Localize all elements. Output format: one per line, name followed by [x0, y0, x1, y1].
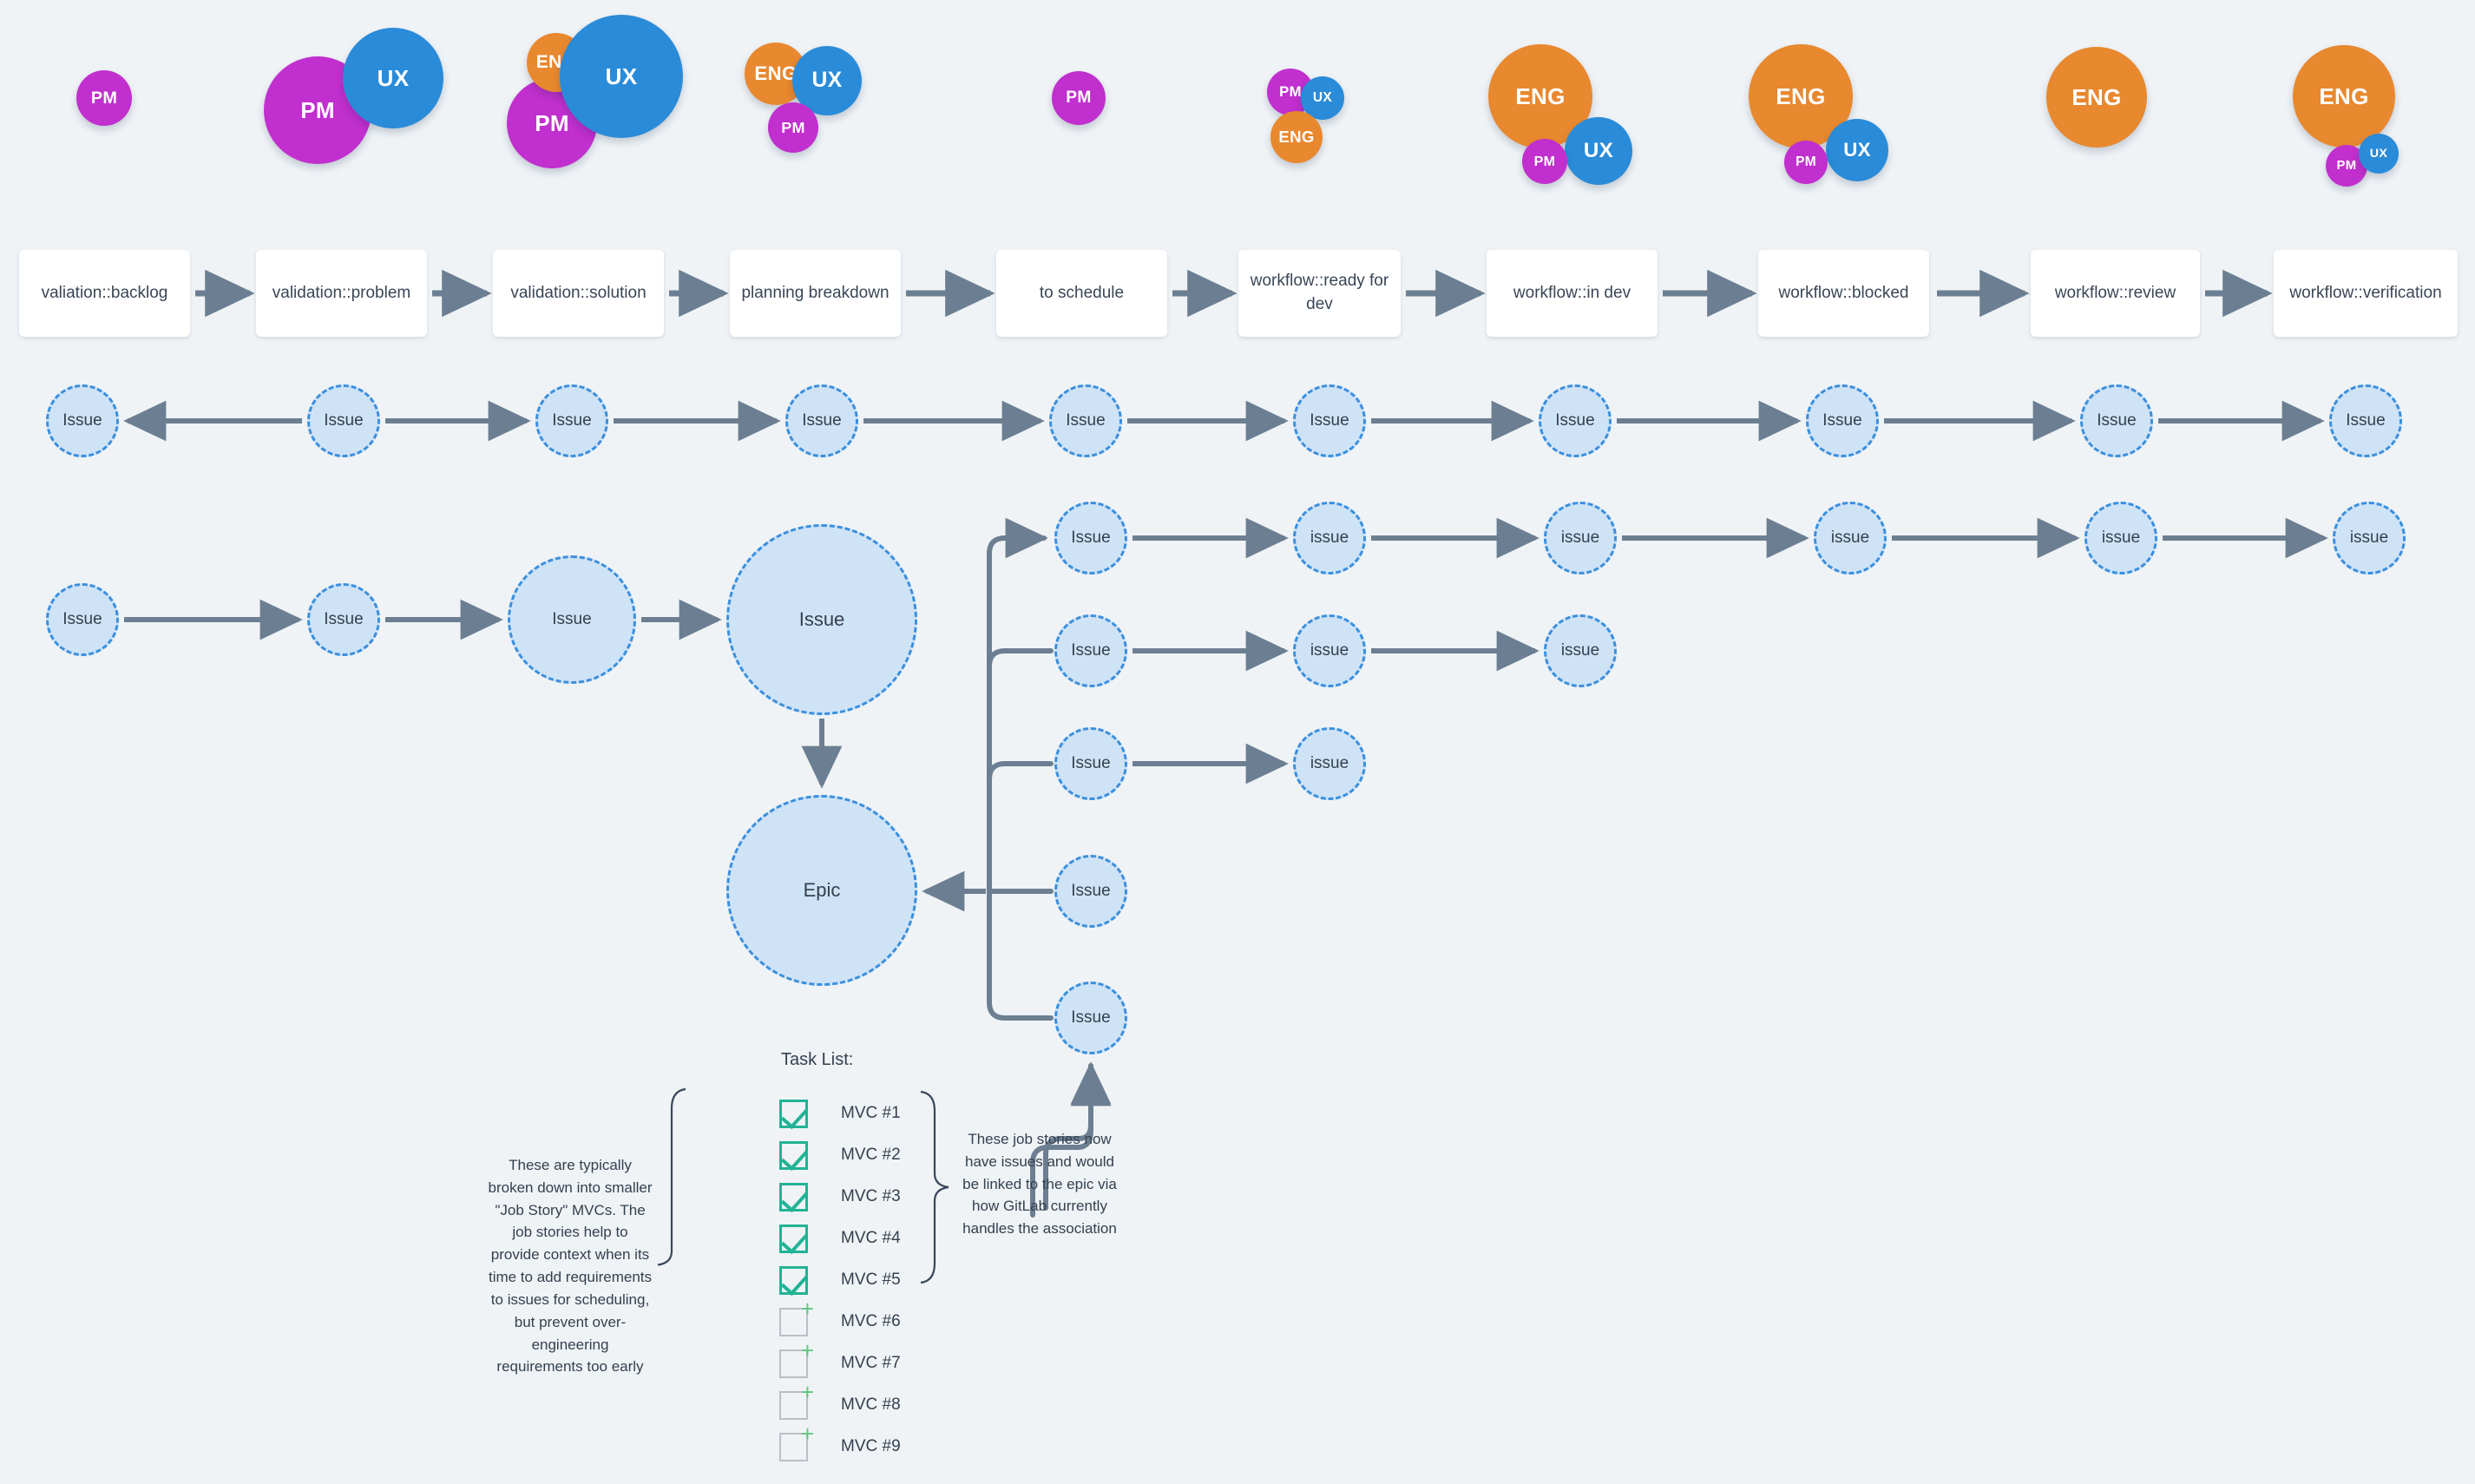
task-list-item[interactable]: MVC #4: [779, 1218, 901, 1259]
connector-layer: [123, 269, 2328, 1284]
task-list-item-label: MVC #6: [841, 1312, 901, 1330]
stage-box[interactable]: workflow::blocked: [1758, 250, 1929, 337]
brace-right: [920, 1090, 949, 1284]
annotation-epic-link-note: These job stories now have issues and wo…: [962, 1131, 1117, 1238]
task-list-item-label: MVC #3: [841, 1187, 901, 1205]
issue-node[interactable]: Issue: [46, 384, 119, 457]
issue-node[interactable]: Issue: [535, 384, 608, 457]
role-bubble-pm: PM: [76, 70, 132, 126]
issue-node[interactable]: issue: [1544, 614, 1617, 687]
role-bubble-pm: PM: [1522, 139, 1567, 184]
task-list-item-label: MVC #5: [841, 1271, 901, 1289]
issue-node[interactable]: Issue: [1054, 614, 1127, 687]
issue-node[interactable]: Issue: [2329, 384, 2402, 457]
task-list-title: Task List:: [781, 1050, 854, 1069]
checkbox-checked-icon[interactable]: [779, 1265, 808, 1295]
task-list-item-label: MVC #8: [841, 1395, 901, 1414]
annotation-job-story-note: These are typically broken down into sma…: [488, 1157, 653, 1376]
issue-node[interactable]: Issue: [1049, 384, 1122, 457]
brace-left: [657, 1087, 686, 1266]
role-bubble-ux: UX: [1826, 119, 1888, 181]
checkbox-unchecked-icon[interactable]: +: [779, 1381, 814, 1420]
task-list-item[interactable]: + MVC #8: [779, 1381, 901, 1426]
plus-icon[interactable]: +: [801, 1339, 814, 1362]
issue-node[interactable]: Issue: [2080, 384, 2153, 457]
issue-node[interactable]: Issue: [1054, 727, 1127, 800]
task-list-item[interactable]: + MVC #9: [779, 1422, 901, 1468]
stage-box[interactable]: workflow::ready for dev: [1238, 250, 1401, 337]
issue-node[interactable]: Issue: [307, 384, 380, 457]
stage-box[interactable]: validation::problem: [256, 250, 427, 337]
role-bubble-eng: ENG: [2046, 47, 2147, 148]
stage-box[interactable]: workflow::in dev: [1487, 250, 1658, 337]
issue-node[interactable]: Issue: [1054, 982, 1127, 1054]
issue-node[interactable]: Issue: [1293, 384, 1366, 457]
role-bubble-ux: UX: [2359, 134, 2399, 174]
issue-node[interactable]: issue: [2333, 502, 2406, 575]
issue-node[interactable]: Issue: [307, 583, 380, 656]
checkbox-unchecked-icon[interactable]: +: [779, 1422, 814, 1461]
checkbox-checked-icon[interactable]: [779, 1182, 808, 1211]
task-list-item[interactable]: MVC #3: [779, 1176, 901, 1218]
task-list-item-label: MVC #1: [841, 1104, 901, 1122]
issue-node[interactable]: Issue: [1054, 502, 1127, 575]
issue-node[interactable]: Issue: [726, 524, 917, 715]
stage-box[interactable]: workflow::review: [2031, 250, 2200, 337]
checkbox-unchecked-icon[interactable]: +: [779, 1339, 814, 1378]
issue-node[interactable]: Issue: [1054, 855, 1127, 928]
diagram-canvas: PM PM UX PM ENG UX ENG UX PM PM PM UX ENG ENG UX PM ENG U…: [0, 0, 2475, 1484]
issue-node[interactable]: issue: [1293, 614, 1366, 687]
checkbox-unchecked-icon[interactable]: +: [779, 1297, 814, 1336]
issue-node[interactable]: Issue: [1806, 384, 1879, 457]
task-list-item-label: MVC #9: [841, 1437, 901, 1455]
issue-node[interactable]: issue: [2084, 502, 2157, 575]
issue-node[interactable]: issue: [1293, 502, 1366, 575]
issue-node[interactable]: issue: [1814, 502, 1887, 575]
role-bubble-pm: PM: [768, 102, 818, 153]
stage-box[interactable]: workflow::verification: [2274, 250, 2458, 337]
plus-icon[interactable]: +: [801, 1422, 814, 1445]
issue-node[interactable]: Issue: [1539, 384, 1612, 457]
task-list-item-label: MVC #7: [841, 1354, 901, 1372]
task-list-item[interactable]: MVC #2: [779, 1134, 901, 1176]
task-list-item[interactable]: MVC #1: [779, 1093, 901, 1134]
role-bubble-pm: PM: [1784, 141, 1828, 184]
issue-node[interactable]: Issue: [508, 555, 636, 684]
task-list-item[interactable]: + MVC #6: [779, 1297, 901, 1343]
checkbox-checked-icon[interactable]: [779, 1224, 808, 1253]
checkbox-checked-icon[interactable]: [779, 1140, 808, 1170]
role-bubble-ux: UX: [343, 28, 443, 128]
role-bubble-pm: PM: [1052, 71, 1106, 125]
stage-box[interactable]: to schedule: [996, 250, 1167, 337]
task-list: Task List: MVC #1 MVC #2 MVC #3 MVC #4 MVC #…: [779, 1050, 901, 1468]
role-bubble-ux: UX: [1565, 117, 1632, 185]
task-list-item[interactable]: MVC #5: [779, 1259, 901, 1301]
task-list-item-label: MVC #2: [841, 1146, 901, 1164]
task-list-item[interactable]: + MVC #7: [779, 1339, 901, 1384]
stage-box[interactable]: validation::solution: [493, 250, 664, 337]
stage-box[interactable]: planning breakdown: [730, 250, 901, 337]
issue-node[interactable]: issue: [1544, 502, 1617, 575]
task-list-item-label: MVC #4: [841, 1229, 901, 1247]
stage-box[interactable]: valiation::backlog: [19, 250, 190, 337]
role-bubble-eng: ENG: [2293, 45, 2395, 148]
role-bubble-ux: UX: [560, 15, 683, 138]
role-bubble-eng: ENG: [1270, 111, 1323, 163]
checkbox-checked-icon[interactable]: [779, 1099, 808, 1128]
plus-icon[interactable]: +: [801, 1381, 814, 1403]
issue-node[interactable]: Issue: [785, 384, 858, 457]
epic-node[interactable]: Epic: [726, 795, 917, 986]
issue-node[interactable]: Issue: [46, 583, 119, 656]
issue-node[interactable]: issue: [1293, 727, 1366, 800]
plus-icon[interactable]: +: [801, 1297, 814, 1320]
